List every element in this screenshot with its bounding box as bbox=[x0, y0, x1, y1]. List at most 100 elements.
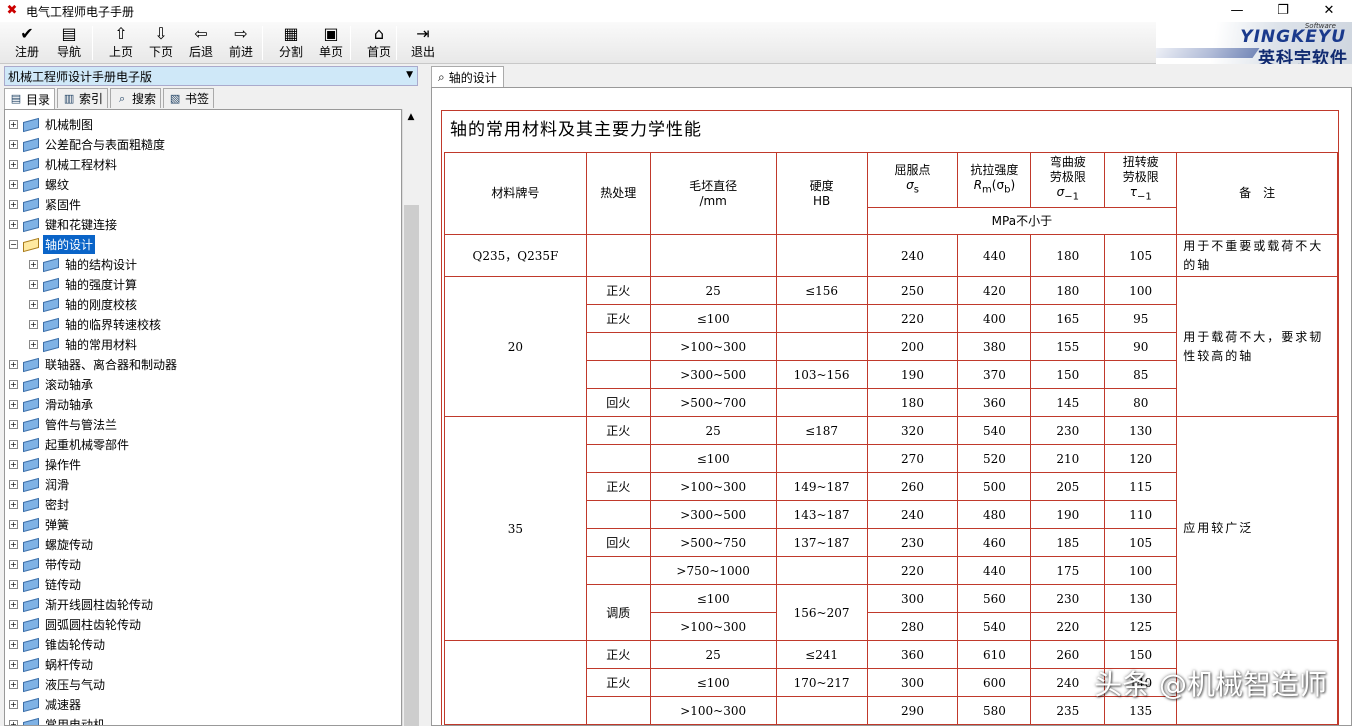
tree-node[interactable]: − 轴的设计 bbox=[9, 234, 96, 254]
tree-node[interactable]: + 滚动轴承 bbox=[9, 374, 95, 394]
toolbar-button-5[interactable]: ⇨ 前进 bbox=[222, 24, 260, 62]
tree-node-label[interactable]: 蜗杆传动 bbox=[43, 655, 95, 674]
minimize-button[interactable]: — bbox=[1214, 0, 1260, 22]
expand-icon[interactable]: + bbox=[9, 659, 18, 669]
tree-node[interactable]: + 轴的强度计算 bbox=[29, 274, 139, 294]
tree-node[interactable]: + 液压与气动 bbox=[9, 674, 107, 694]
tree-node-label[interactable]: 操作件 bbox=[43, 455, 83, 474]
tree-node[interactable]: + 起重机械零部件 bbox=[9, 434, 131, 454]
book-select[interactable]: 机械工程师设计手册电子版 ▼ bbox=[4, 66, 418, 86]
tree-node-label[interactable]: 链传动 bbox=[43, 575, 83, 594]
toolbar-button-4[interactable]: ⇦ 后退 bbox=[182, 24, 220, 62]
tree-node-label[interactable]: 轴的刚度校核 bbox=[63, 295, 139, 314]
expand-icon[interactable]: + bbox=[9, 459, 18, 469]
expand-icon[interactable]: + bbox=[9, 679, 18, 689]
expand-icon[interactable]: + bbox=[9, 479, 18, 489]
tree-node[interactable]: + 管件与管法兰 bbox=[9, 414, 119, 434]
tree-node-label[interactable]: 润滑 bbox=[43, 475, 71, 494]
tree-node[interactable]: + 渐开线圆柱齿轮传动 bbox=[9, 594, 155, 614]
toolbar-button-2[interactable]: ⇧ 上页 bbox=[102, 24, 140, 62]
tab-contents[interactable]: ▤ 目录 bbox=[4, 88, 56, 109]
tree-node[interactable]: + 减速器 bbox=[9, 694, 83, 714]
toolbar-button-0[interactable]: ✔ 注册 bbox=[8, 24, 46, 62]
tree-node-label[interactable]: 机械制图 bbox=[43, 115, 95, 134]
pane-splitter[interactable] bbox=[421, 65, 426, 726]
tree-node-label[interactable]: 联轴器、离合器和制动器 bbox=[43, 355, 179, 374]
tree-node[interactable]: + 圆弧圆柱齿轮传动 bbox=[9, 614, 143, 634]
tree-node-label[interactable]: 常用电动机 bbox=[43, 715, 107, 726]
expand-icon[interactable]: + bbox=[9, 439, 18, 449]
tree-node[interactable]: + 螺纹 bbox=[9, 174, 71, 194]
tree-node[interactable]: + 密封 bbox=[9, 494, 71, 514]
tree-node[interactable]: + 公差配合与表面粗糙度 bbox=[9, 134, 167, 154]
tree-node[interactable]: + 螺旋传动 bbox=[9, 534, 95, 554]
close-button[interactable]: ✕ bbox=[1306, 0, 1352, 22]
tree-node-label[interactable]: 圆弧圆柱齿轮传动 bbox=[43, 615, 143, 634]
expand-icon[interactable]: + bbox=[9, 499, 18, 509]
expand-icon[interactable]: + bbox=[9, 699, 18, 709]
tree-node[interactable]: + 带传动 bbox=[9, 554, 83, 574]
expand-icon[interactable]: + bbox=[29, 259, 38, 269]
expand-icon[interactable]: + bbox=[9, 559, 18, 569]
expand-icon[interactable]: + bbox=[9, 219, 18, 229]
expand-icon[interactable]: + bbox=[9, 639, 18, 649]
tree-scrollbar[interactable]: ▲ bbox=[402, 109, 419, 726]
restore-button[interactable]: ❐ bbox=[1260, 0, 1306, 22]
tree-node-label[interactable]: 轴的临界转速校核 bbox=[63, 315, 163, 334]
expand-icon[interactable]: + bbox=[9, 619, 18, 629]
expand-icon[interactable]: + bbox=[9, 199, 18, 209]
expand-icon[interactable]: + bbox=[9, 159, 18, 169]
tree-node[interactable]: + 锥齿轮传动 bbox=[9, 634, 107, 654]
tree-node-label[interactable]: 弹簧 bbox=[43, 515, 71, 534]
tree-node-label[interactable]: 密封 bbox=[43, 495, 71, 514]
tree-node[interactable]: + 弹簧 bbox=[9, 514, 71, 534]
expand-icon[interactable]: + bbox=[9, 519, 18, 529]
expand-icon[interactable]: + bbox=[9, 579, 18, 589]
expand-icon[interactable]: + bbox=[9, 179, 18, 189]
expand-icon[interactable]: + bbox=[9, 359, 18, 369]
tree-node-label[interactable]: 紧固件 bbox=[43, 195, 83, 214]
tree-node-label[interactable]: 螺纹 bbox=[43, 175, 71, 194]
tree-node-label[interactable]: 带传动 bbox=[43, 555, 83, 574]
scroll-thumb[interactable] bbox=[404, 205, 419, 726]
tree-node[interactable]: + 常用电动机 bbox=[9, 714, 107, 726]
toolbar-button-7[interactable]: ▣ 单页 bbox=[312, 24, 350, 62]
toolbar-button-3[interactable]: ⇩ 下页 bbox=[142, 24, 180, 62]
tree-node[interactable]: + 机械工程材料 bbox=[9, 154, 119, 174]
tree-node-label[interactable]: 管件与管法兰 bbox=[43, 415, 119, 434]
tree-node[interactable]: + 联轴器、离合器和制动器 bbox=[9, 354, 179, 374]
expand-icon[interactable]: + bbox=[29, 279, 38, 289]
tab-shaft-design[interactable]: ⌕ 轴的设计 bbox=[431, 66, 504, 87]
expand-icon[interactable]: + bbox=[9, 599, 18, 609]
chevron-down-icon[interactable]: ▼ bbox=[403, 70, 413, 80]
expand-icon[interactable]: + bbox=[29, 339, 38, 349]
tree-node-label[interactable]: 渐开线圆柱齿轮传动 bbox=[43, 595, 155, 614]
tree-node[interactable]: + 轴的临界转速校核 bbox=[29, 314, 163, 334]
tree-node-label[interactable]: 轴的强度计算 bbox=[63, 275, 139, 294]
tree-node-label[interactable]: 起重机械零部件 bbox=[43, 435, 131, 454]
tree-node[interactable]: + 润滑 bbox=[9, 474, 71, 494]
expand-icon[interactable]: + bbox=[9, 399, 18, 409]
tree-node-label[interactable]: 减速器 bbox=[43, 695, 83, 714]
tree-node[interactable]: + 轴的刚度校核 bbox=[29, 294, 139, 314]
expand-icon[interactable]: + bbox=[29, 319, 38, 329]
toolbar-button-8[interactable]: ⌂ 首页 bbox=[360, 24, 398, 62]
tab-index[interactable]: ▥ 索引 bbox=[57, 88, 109, 108]
tree-node-label[interactable]: 轴的结构设计 bbox=[63, 255, 139, 274]
tab-search[interactable]: ⌕ 搜索 bbox=[110, 88, 162, 108]
expand-icon[interactable]: + bbox=[9, 379, 18, 389]
tree-node[interactable]: + 链传动 bbox=[9, 574, 83, 594]
tree-node-label[interactable]: 键和花键连接 bbox=[43, 215, 119, 234]
tree-node-label[interactable]: 液压与气动 bbox=[43, 675, 107, 694]
expand-icon[interactable]: + bbox=[9, 419, 18, 429]
tree-node-label[interactable]: 轴的设计 bbox=[43, 234, 96, 254]
expand-icon[interactable]: + bbox=[9, 119, 18, 129]
expand-icon[interactable]: + bbox=[9, 139, 18, 149]
toolbar-button-9[interactable]: ⇥ 退出 bbox=[404, 24, 442, 62]
expand-icon[interactable]: + bbox=[29, 299, 38, 309]
tree-node[interactable]: + 轴的结构设计 bbox=[29, 254, 139, 274]
tab-bookmarks[interactable]: ▧ 书签 bbox=[163, 88, 215, 108]
toolbar-button-6[interactable]: ▦ 分割 bbox=[272, 24, 310, 62]
tree-node[interactable]: + 键和花键连接 bbox=[9, 214, 119, 234]
tree-node-label[interactable]: 锥齿轮传动 bbox=[43, 635, 107, 654]
